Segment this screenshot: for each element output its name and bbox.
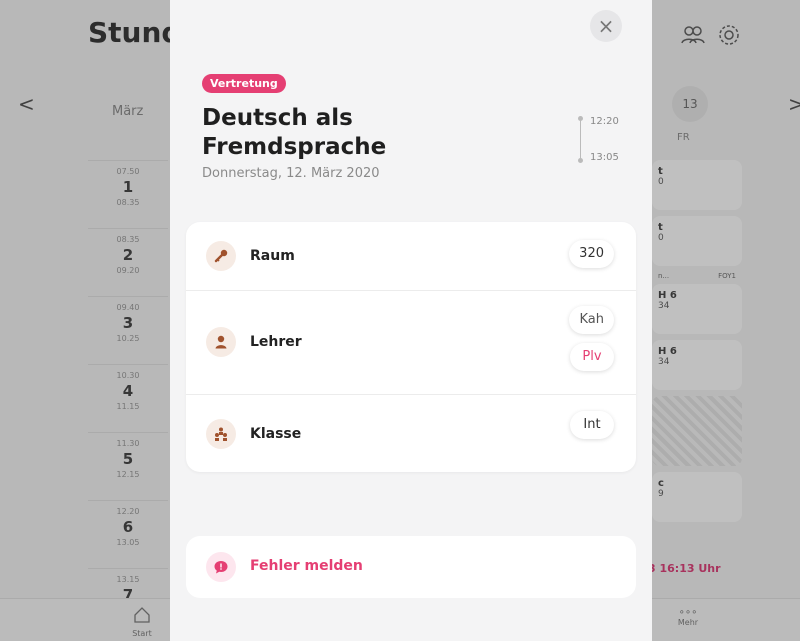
time-range-indicator <box>576 116 588 164</box>
class-value[interactable]: Int <box>570 411 614 439</box>
report-error-label: Fehler melden <box>250 558 363 574</box>
report-error-button[interactable]: Fehler melden <box>186 536 636 598</box>
lesson-info-card: Raum 320 Lehrer Kah Plv Klasse Int <box>186 222 636 472</box>
key-icon <box>206 241 236 271</box>
lesson-detail-sheet: × Vertretung Deutsch als Fremdsprache Do… <box>170 0 652 641</box>
class-label: Klasse <box>250 426 302 442</box>
teacher-value[interactable]: Kah <box>569 306 614 334</box>
room-value[interactable]: 320 <box>569 240 614 268</box>
person-icon <box>206 327 236 357</box>
substitute-teacher-value[interactable]: Plv <box>570 343 614 371</box>
group-icon <box>206 419 236 449</box>
status-badge: Vertretung <box>202 74 286 93</box>
room-label: Raum <box>250 248 295 264</box>
room-row: Raum 320 <box>186 222 636 290</box>
teacher-row: Lehrer Kah Plv <box>186 291 636 394</box>
start-time: 12:20 <box>590 116 619 127</box>
lesson-title: Deutsch als Fremdsprache <box>202 105 387 160</box>
lesson-date: Donnerstag, 12. März 2020 <box>202 166 380 181</box>
class-row: Klasse Int <box>186 395 636 472</box>
speech-bubble-icon <box>206 552 236 582</box>
teacher-label: Lehrer <box>250 334 302 350</box>
close-button[interactable]: × <box>590 10 622 42</box>
end-time: 13:05 <box>590 152 619 163</box>
